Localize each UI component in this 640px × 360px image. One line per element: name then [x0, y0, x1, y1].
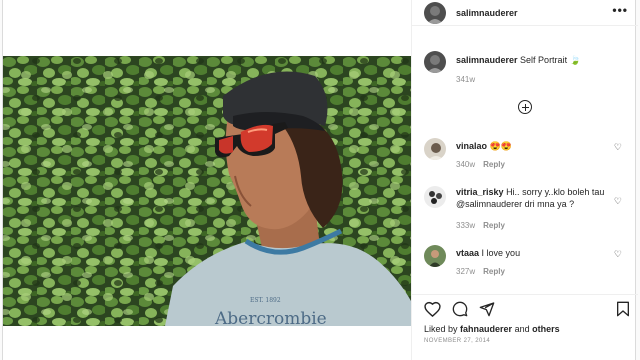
shirt-brand-text: Abercrombie: [214, 309, 327, 326]
comment-like-heart-icon[interactable]: ♡: [614, 249, 622, 260]
caption-text: Self Portrait: [520, 55, 568, 65]
reply-button[interactable]: Reply: [483, 160, 505, 169]
caption-username[interactable]: salimnauderer: [456, 55, 518, 65]
post-sidebar: salimnauderer ••• salimnauderer Self Por…: [411, 0, 638, 360]
shirt-est-text: EST. 1892: [250, 297, 281, 304]
post-card: EST. 1892 Abercrombie salimnauderer •••: [2, 0, 638, 360]
author-avatar[interactable]: [424, 2, 446, 24]
comment-time: 340w: [456, 160, 476, 169]
commenter-avatar[interactable]: [424, 138, 446, 160]
comment-icon[interactable]: [452, 301, 468, 322]
caption-text-line: salimnauderer Self Portrait 🍃: [456, 54, 626, 66]
load-more-plus-icon[interactable]: [518, 100, 532, 114]
caption-avatar[interactable]: [424, 51, 446, 73]
comment-time: 333w: [456, 221, 476, 230]
more-options-icon[interactable]: •••: [612, 3, 628, 17]
reply-button[interactable]: Reply: [483, 267, 505, 276]
commenter-avatar[interactable]: [424, 186, 446, 208]
heart-icon[interactable]: [424, 301, 441, 322]
bookmark-icon[interactable]: [616, 301, 630, 322]
comment-like-heart-icon[interactable]: ♡: [614, 196, 622, 207]
instagram-post-frame: EST. 1892 Abercrombie salimnauderer •••: [0, 0, 640, 360]
post-date[interactable]: NOVEMBER 27, 2014: [424, 338, 490, 344]
share-icon[interactable]: [479, 301, 495, 322]
likes-prefix: Liked by: [424, 324, 458, 334]
likes-line: Liked by fahnauderer and others: [424, 324, 560, 334]
caption-time: 341w: [456, 75, 476, 84]
media-column: EST. 1892 Abercrombie: [3, 0, 411, 360]
action-bar: Liked by fahnauderer and others NOVEMBER…: [412, 294, 638, 360]
header-username[interactable]: salimnauderer: [456, 8, 518, 18]
comment-text-line: vtaaa I love you: [456, 247, 616, 259]
comment-username[interactable]: vtaaa: [456, 248, 479, 258]
post-header: salimnauderer •••: [412, 0, 638, 26]
comment-username[interactable]: vitria_risky: [456, 187, 504, 197]
likes-others[interactable]: others: [532, 324, 560, 334]
comment-text-line: vitria_risky Hi.. sorry y..klo boleh tau…: [456, 186, 618, 210]
commenter-avatar[interactable]: [424, 245, 446, 267]
post-photo[interactable]: EST. 1892 Abercrombie: [3, 56, 411, 326]
comment-text-line: vinalao 😍😍: [456, 140, 616, 152]
comment-time: 327w: [456, 267, 476, 276]
leaf-emoji: 🍃: [569, 55, 581, 65]
comment-meta: 327w Reply: [456, 267, 505, 276]
comment-text: 😍😍: [489, 141, 512, 151]
reply-button[interactable]: Reply: [483, 221, 505, 230]
likes-user[interactable]: fahnauderer: [460, 324, 512, 334]
comment-text: I love you: [481, 248, 521, 258]
likes-joiner: and: [514, 324, 530, 334]
photo-illustration: EST. 1892 Abercrombie: [3, 56, 411, 326]
comment-meta: 340w Reply: [456, 160, 505, 169]
comment-username[interactable]: vinalao: [456, 141, 487, 151]
comment-like-heart-icon[interactable]: ♡: [614, 142, 622, 153]
comment-meta: 333w Reply: [456, 221, 505, 230]
